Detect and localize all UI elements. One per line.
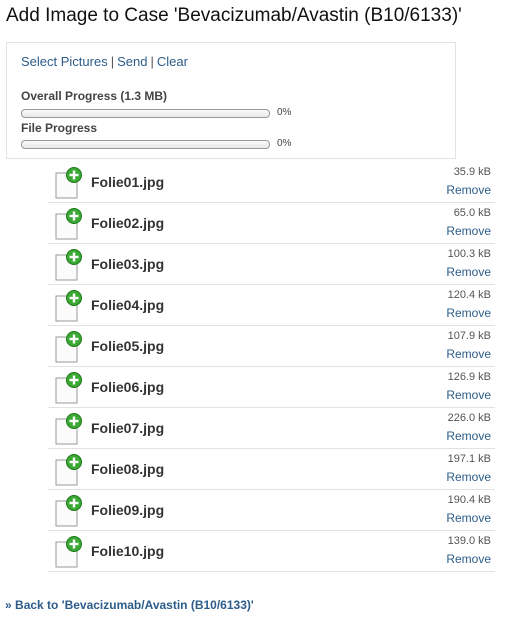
file-progress-bar bbox=[21, 140, 270, 149]
file-name: Folie09.jpg bbox=[91, 502, 165, 518]
file-name: Folie06.jpg bbox=[91, 379, 165, 395]
remove-file-button[interactable]: Remove bbox=[446, 306, 491, 320]
upload-panel: Select Pictures | Send | Clear Overall Progr… bbox=[6, 42, 456, 159]
file-row: Folie08.jpg 197.1 kB Remove bbox=[48, 449, 495, 490]
file-size: 120.4 kB bbox=[447, 289, 491, 301]
file-row: Folie09.jpg 190.4 kB Remove bbox=[48, 490, 495, 531]
file-size: 190.4 kB bbox=[447, 494, 491, 506]
back-link-label: Back to 'Bevacizumab/Avastin (B10/6133)' bbox=[15, 598, 254, 612]
overall-progress-bar bbox=[21, 109, 270, 118]
image-file-add-icon bbox=[54, 454, 84, 486]
file-row: Folie03.jpg 100.3 kB Remove bbox=[48, 244, 495, 285]
file-size: 226.0 kB bbox=[447, 412, 491, 424]
file-row: Folie05.jpg 107.9 kB Remove bbox=[48, 326, 495, 367]
image-file-add-icon bbox=[54, 372, 84, 404]
image-file-add-icon bbox=[54, 413, 84, 445]
file-progress-label: File Progress bbox=[21, 121, 98, 135]
image-file-add-icon bbox=[54, 331, 84, 363]
file-size: 107.9 kB bbox=[447, 330, 491, 342]
image-file-add-icon bbox=[54, 249, 84, 281]
send-link[interactable]: Send bbox=[117, 54, 147, 69]
file-name: Folie02.jpg bbox=[91, 215, 165, 231]
page-title: Add Image to Case 'Bevacizumab/Avastin (… bbox=[6, 5, 462, 26]
image-file-add-icon bbox=[54, 167, 84, 199]
image-file-add-icon bbox=[54, 536, 84, 568]
overall-progress-label: Overall Progress (1.3 MB) bbox=[21, 89, 168, 103]
remove-file-button[interactable]: Remove bbox=[446, 388, 491, 402]
file-name: Folie07.jpg bbox=[91, 420, 165, 436]
remove-file-button[interactable]: Remove bbox=[446, 265, 491, 279]
back-to-case-link[interactable]: » Back to 'Bevacizumab/Avastin (B10/6133… bbox=[5, 598, 254, 612]
remove-file-button[interactable]: Remove bbox=[446, 470, 491, 484]
file-list: Folie01.jpg 35.9 kB Remove Folie02.jpg 6… bbox=[48, 162, 495, 572]
file-size: 65.0 kB bbox=[453, 207, 491, 219]
file-size: 35.9 kB bbox=[453, 166, 491, 178]
file-name: Folie08.jpg bbox=[91, 461, 165, 477]
select-pictures-link[interactable]: Select Pictures bbox=[21, 54, 108, 69]
file-name: Folie04.jpg bbox=[91, 297, 165, 313]
remove-file-button[interactable]: Remove bbox=[446, 183, 491, 197]
remove-file-button[interactable]: Remove bbox=[446, 347, 491, 361]
separator: | bbox=[110, 54, 115, 69]
file-size: 197.1 kB bbox=[447, 453, 491, 465]
remove-file-button[interactable]: Remove bbox=[446, 429, 491, 443]
overall-progress-percent: 0% bbox=[277, 107, 292, 118]
image-file-add-icon bbox=[54, 495, 84, 527]
file-row: Folie10.jpg 139.0 kB Remove bbox=[48, 531, 495, 572]
file-row: Folie01.jpg 35.9 kB Remove bbox=[48, 162, 495, 203]
file-row: Folie02.jpg 65.0 kB Remove bbox=[48, 203, 495, 244]
remove-file-button[interactable]: Remove bbox=[446, 552, 491, 566]
file-name: Folie01.jpg bbox=[91, 174, 165, 190]
upload-actions: Select Pictures | Send | Clear bbox=[21, 54, 188, 69]
separator: | bbox=[150, 54, 154, 69]
file-size: 139.0 kB bbox=[447, 535, 491, 547]
remove-file-button[interactable]: Remove bbox=[446, 224, 491, 238]
file-progress-percent: 0% bbox=[277, 138, 292, 149]
file-name: Folie03.jpg bbox=[91, 256, 165, 272]
file-row: Folie07.jpg 226.0 kB Remove bbox=[48, 408, 495, 449]
file-row: Folie06.jpg 126.9 kB Remove bbox=[48, 367, 495, 408]
file-row: Folie04.jpg 120.4 kB Remove bbox=[48, 285, 495, 326]
file-size: 126.9 kB bbox=[447, 371, 491, 383]
back-arrow-icon: » bbox=[5, 598, 12, 612]
remove-file-button[interactable]: Remove bbox=[446, 511, 491, 525]
file-name: Folie05.jpg bbox=[91, 338, 165, 354]
clear-link[interactable]: Clear bbox=[157, 54, 188, 69]
file-name: Folie10.jpg bbox=[91, 543, 165, 559]
file-size: 100.3 kB bbox=[447, 248, 491, 260]
image-file-add-icon bbox=[54, 290, 84, 322]
image-file-add-icon bbox=[54, 208, 84, 240]
